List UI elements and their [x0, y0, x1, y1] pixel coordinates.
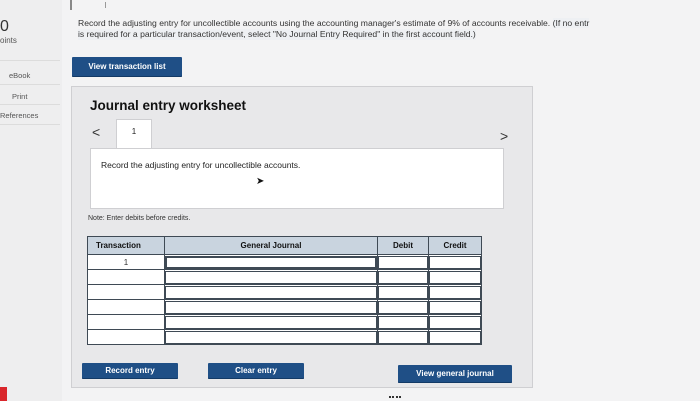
rail-divider: [0, 124, 60, 125]
record-entry-button[interactable]: Record entry: [82, 363, 178, 379]
account-cell: [164, 299, 378, 315]
credit-input[interactable]: [429, 285, 481, 299]
question-line2: is required for a particular transaction…: [78, 29, 476, 40]
cursor-icon: ➤: [256, 176, 265, 187]
credit-cell: [428, 299, 482, 315]
instruction-box: Record the adjusting entry for uncollect…: [90, 148, 504, 209]
print-link[interactable]: Print: [12, 92, 27, 101]
top-marker: [70, 0, 72, 10]
debit-cell: [377, 254, 429, 270]
debit-cell: [377, 329, 429, 345]
account-input[interactable]: [165, 255, 377, 269]
ebook-link[interactable]: eBook: [9, 71, 30, 80]
score-value: 0: [0, 18, 9, 35]
chevron-right-icon[interactable]: >: [500, 128, 508, 144]
instruction-text: Record the adjusting entry for uncollect…: [101, 160, 301, 170]
account-input[interactable]: [165, 270, 377, 284]
rail-divider: [0, 104, 60, 105]
credit-cell: [428, 314, 482, 330]
journal-header-row: Transaction General Journal Debit Credit: [87, 236, 482, 255]
tab-page-1[interactable]: 1: [116, 119, 152, 150]
account-cell: [164, 314, 378, 330]
debit-cell: [377, 284, 429, 300]
account-input[interactable]: [165, 285, 377, 299]
credit-input[interactable]: [429, 255, 481, 269]
red-marker: [0, 387, 7, 401]
table-row: [87, 269, 482, 285]
debit-cell: [377, 314, 429, 330]
transaction-cell: [87, 314, 165, 330]
transaction-cell: [87, 269, 165, 285]
credit-cell: [428, 254, 482, 270]
header-credit: Credit: [428, 236, 482, 255]
transaction-cell: [87, 329, 165, 345]
transaction-cell: 1: [87, 254, 165, 270]
worksheet-title: Journal entry worksheet: [90, 98, 247, 113]
debit-input[interactable]: [378, 285, 428, 299]
header-general-journal: General Journal: [164, 236, 378, 255]
note-text: Note: Enter debits before credits.: [88, 215, 191, 222]
table-row: [87, 284, 482, 300]
account-input[interactable]: [165, 315, 377, 329]
credit-input[interactable]: [429, 270, 481, 284]
credit-input[interactable]: [429, 300, 481, 314]
credit-input[interactable]: [429, 315, 481, 329]
more-icon: [389, 396, 401, 400]
rail-divider: [0, 60, 60, 61]
credit-cell: [428, 284, 482, 300]
credit-input[interactable]: [429, 330, 481, 344]
question-line1: Record the adjusting entry for uncollect…: [78, 18, 551, 28]
clear-entry-button[interactable]: Clear entry: [208, 363, 304, 379]
header-transaction: Transaction: [87, 236, 165, 255]
question-line1-note: (If no entr: [552, 18, 590, 28]
debit-input[interactable]: [378, 255, 428, 269]
transaction-cell: [87, 284, 165, 300]
references-link[interactable]: References: [0, 111, 38, 120]
rail-divider: [0, 84, 60, 85]
debit-cell: [377, 299, 429, 315]
view-transaction-list-button[interactable]: View transaction list: [72, 57, 182, 77]
top-marker: [105, 2, 106, 8]
account-cell: [164, 329, 378, 345]
points-label: oints: [0, 36, 17, 45]
debit-input[interactable]: [378, 330, 428, 344]
account-cell: [164, 284, 378, 300]
header-debit: Debit: [377, 236, 429, 255]
left-rail: 0 oints eBook Print References: [0, 0, 62, 401]
credit-cell: [428, 269, 482, 285]
debit-input[interactable]: [378, 300, 428, 314]
table-row: 1: [87, 254, 482, 270]
journal-entry-worksheet: Journal entry worksheet < 1 > Record the…: [71, 86, 533, 388]
table-row: [87, 314, 482, 330]
question-text: Record the adjusting entry for uncollect…: [78, 18, 700, 40]
debit-cell: [377, 269, 429, 285]
chevron-left-icon[interactable]: <: [92, 124, 100, 140]
debit-input[interactable]: [378, 315, 428, 329]
view-general-journal-button[interactable]: View general journal: [398, 365, 512, 383]
account-input[interactable]: [165, 330, 377, 344]
account-cell: [164, 254, 378, 270]
table-row: [87, 299, 482, 315]
journal-table: Transaction General Journal Debit Credit…: [87, 236, 482, 345]
credit-cell: [428, 329, 482, 345]
debit-input[interactable]: [378, 270, 428, 284]
account-cell: [164, 269, 378, 285]
transaction-cell: [87, 299, 165, 315]
table-row: [87, 329, 482, 345]
account-input[interactable]: [165, 300, 377, 314]
